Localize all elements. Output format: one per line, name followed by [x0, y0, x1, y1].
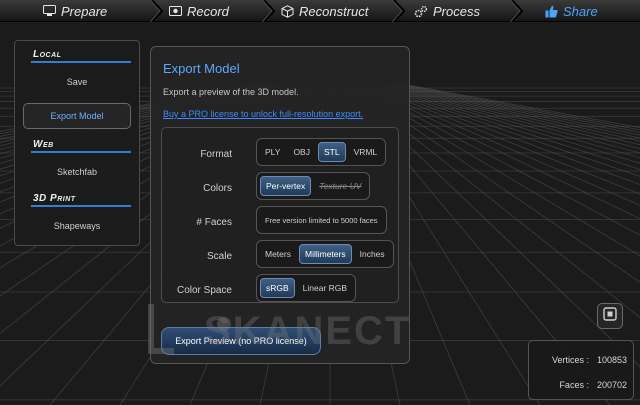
- section-title-local: Local: [33, 49, 62, 60]
- colors-option-per-vertex[interactable]: Per-vertex: [260, 176, 312, 196]
- scale-option-meters[interactable]: Meters: [260, 244, 296, 264]
- faces-limit-note: Free version limited to 5000 faces: [265, 215, 378, 225]
- step-record[interactable]: Record: [168, 0, 229, 22]
- faces-label: # Faces: [196, 217, 232, 228]
- colors-label: Colors: [203, 183, 232, 194]
- section-divider: [31, 151, 131, 153]
- faces-stat-label: Faces :: [559, 380, 589, 390]
- step-separator: [262, 0, 276, 22]
- step-label: Reconstruct: [299, 3, 369, 19]
- section-title-3d-print: 3D Print: [33, 193, 76, 204]
- step-separator: [392, 0, 406, 22]
- thumbs-up-icon: [544, 4, 558, 18]
- vertices-value: 100853: [596, 355, 627, 365]
- step-process[interactable]: Process: [414, 0, 480, 22]
- colors-selector: Per-vertex Texture UV: [256, 172, 371, 200]
- vertices-label: Vertices :: [551, 355, 589, 365]
- step-separator: [510, 0, 524, 22]
- faces-stat: Faces : 200702: [559, 380, 627, 390]
- scale-option-millimeters[interactable]: Millimeters: [298, 244, 352, 264]
- faces-value: 200702: [596, 380, 627, 390]
- section-title-web: Web: [33, 139, 54, 150]
- panel-title: Export Model: [163, 61, 240, 76]
- sidebar-item-export-model[interactable]: Export Model: [23, 103, 131, 129]
- sidebar-item-sketchfab[interactable]: Sketchfab: [23, 159, 131, 185]
- frame-icon: [603, 306, 617, 326]
- step-label: Record: [187, 3, 229, 19]
- color-space-selector: sRGB Linear RGB: [256, 274, 357, 302]
- format-label: Format: [200, 149, 232, 160]
- color-space-option-srgb[interactable]: sRGB: [260, 278, 295, 298]
- sidebar-item-save[interactable]: Save: [23, 69, 131, 95]
- step-prepare[interactable]: Prepare: [42, 0, 107, 22]
- scale-selector: Meters Millimeters Inches: [256, 240, 394, 268]
- share-sidebar: Local Save Export Model Web Sketchfab 3D…: [14, 40, 140, 246]
- cube-icon: [280, 4, 294, 18]
- section-divider: [31, 61, 131, 63]
- export-model-panel: Export Model Export a preview of the 3D …: [150, 46, 410, 364]
- format-option-ply[interactable]: PLY: [260, 142, 285, 162]
- mesh-stats: Vertices : 100853 Faces : 200702: [528, 340, 634, 400]
- workflow-bar: Prepare Record Reconstruct Process Share: [0, 0, 640, 22]
- color-space-option-linear-rgb[interactable]: Linear RGB: [298, 278, 352, 298]
- pro-license-link[interactable]: Buy a PRO license to unlock full-resolut…: [163, 109, 363, 119]
- view-mode-button[interactable]: [597, 303, 623, 329]
- step-share[interactable]: Share: [544, 0, 598, 22]
- format-option-vrml[interactable]: VRML: [349, 142, 383, 162]
- section-divider: [31, 205, 131, 207]
- monitor-icon: [42, 4, 56, 18]
- export-options-group: Format PLY OBJ STL VRML Colors Per-verte…: [161, 127, 399, 303]
- sidebar-item-shapeways[interactable]: Shapeways: [23, 213, 131, 239]
- export-preview-button[interactable]: Export Preview (no PRO license): [161, 327, 321, 355]
- gears-icon: [414, 4, 428, 18]
- format-option-obj[interactable]: OBJ: [288, 142, 315, 162]
- record-icon: [168, 4, 182, 18]
- scale-option-inches[interactable]: Inches: [355, 244, 390, 264]
- step-label: Share: [563, 3, 598, 19]
- step-label: Process: [433, 3, 480, 19]
- faces-field: Free version limited to 5000 faces: [256, 206, 387, 234]
- color-space-label: Color Space: [176, 285, 232, 296]
- step-separator: [150, 0, 164, 22]
- panel-description: Export a preview of the 3D model.: [163, 87, 299, 97]
- vertices-stat: Vertices : 100853: [552, 355, 627, 365]
- scale-label: Scale: [206, 251, 232, 262]
- colors-option-texture-uv: Texture UV: [319, 181, 362, 191]
- format-option-stl[interactable]: STL: [317, 142, 346, 162]
- step-label: Prepare: [61, 3, 108, 19]
- step-reconstruct[interactable]: Reconstruct: [280, 0, 368, 22]
- format-selector: PLY OBJ STL VRML: [256, 138, 387, 166]
